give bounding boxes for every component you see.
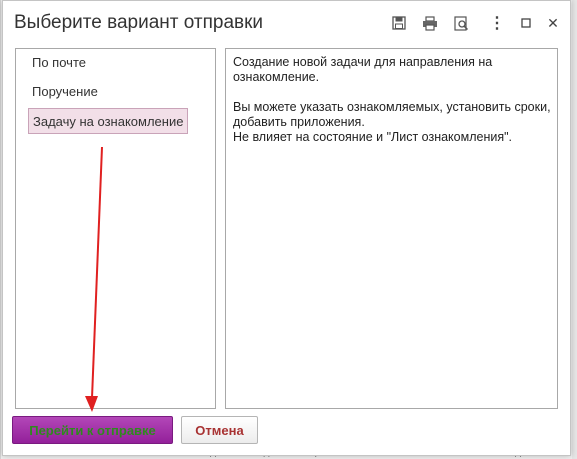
more-icon[interactable]: ⋮ — [488, 13, 506, 33]
preview-icon[interactable] — [452, 14, 470, 32]
description-line: Создание новой задачи для направления на… — [233, 55, 493, 84]
option-description: Создание новой задачи для направления на… — [233, 55, 551, 145]
proceed-label: Перейти к отправке — [29, 422, 156, 438]
save-icon[interactable] — [390, 14, 408, 32]
cancel-label: Отмена — [195, 422, 244, 438]
screen: задача на создание контрагента 11-11-01 … — [0, 0, 577, 459]
option-assignment[interactable]: Поручение — [28, 79, 102, 105]
close-icon[interactable]: ✕ — [544, 13, 562, 33]
option-description-panel: Создание новой задачи для направления на… — [225, 48, 558, 409]
background-strip — [572, 0, 577, 459]
maximize-icon[interactable] — [517, 13, 535, 33]
description-line: Вы можете указать ознакомляемых, установ… — [233, 100, 551, 129]
option-label: Поручение — [32, 84, 98, 99]
description-line: Не влияет на состояние и "Лист ознакомле… — [233, 130, 513, 144]
option-by-mail[interactable]: По почте — [28, 50, 90, 76]
dialog-title: Выберите вариант отправки — [14, 12, 264, 33]
option-label: Задачу на ознакомление — [33, 114, 184, 129]
print-icon[interactable] — [421, 14, 439, 32]
background-edge — [0, 0, 1, 459]
option-label: По почте — [32, 55, 86, 70]
proceed-to-send-button[interactable]: Перейти к отправке — [12, 416, 173, 444]
option-review-task[interactable]: Задачу на ознакомление — [28, 108, 189, 134]
cancel-button[interactable]: Отмена — [181, 416, 258, 444]
send-options-dialog: Выберите вариант отправки ⋮ ✕ По почте П… — [2, 0, 571, 456]
